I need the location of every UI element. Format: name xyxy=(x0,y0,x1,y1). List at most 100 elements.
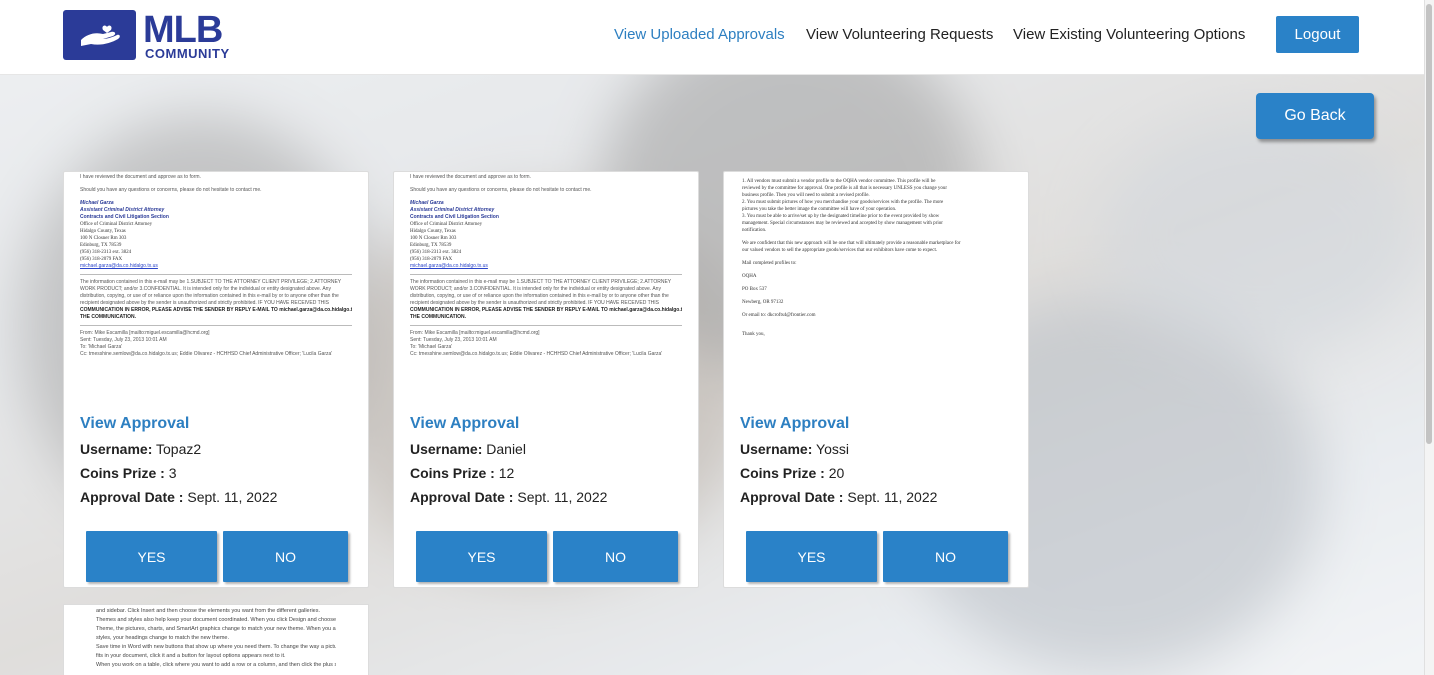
coins-value: 3 xyxy=(168,465,177,481)
doc-line: styles, your headings change to match th… xyxy=(96,635,229,641)
doc-line: 1. All vendors must submit a vendor prof… xyxy=(742,179,936,184)
doc-line: Assistant Criminal District Attorney xyxy=(410,207,495,213)
view-approval-link[interactable]: View Approval xyxy=(740,415,849,433)
coins-label: Coins Prize : xyxy=(410,465,495,481)
doc-line: Hidalgo County, Texas xyxy=(410,229,456,234)
logout-button[interactable]: Logout xyxy=(1276,16,1359,53)
doc-line: notification. xyxy=(742,228,767,233)
nav-view-volunteering-requests[interactable]: View Volunteering Requests xyxy=(806,26,993,43)
doc-line: Michael Garza xyxy=(80,200,114,206)
doc-line: THE COMMUNICATION. xyxy=(410,314,467,320)
view-approval-link[interactable]: View Approval xyxy=(410,415,519,433)
yes-button[interactable]: YES xyxy=(746,531,877,582)
top-navbar: MLB COMMUNITY View Uploaded Approvals Vi… xyxy=(0,0,1424,75)
no-button[interactable]: NO xyxy=(223,531,348,582)
doc-line: reviewed by the committee for approval. … xyxy=(742,186,948,191)
yes-button[interactable]: YES xyxy=(86,531,217,582)
approval-date-value: Sept. 11, 2022 xyxy=(517,489,608,505)
doc-line: Edinburg, TX 78539 xyxy=(80,243,122,248)
username-value: Daniel xyxy=(486,441,526,457)
doc-line: Contracts and Civil Litigation Section xyxy=(80,214,169,220)
doc-line: management. Special circumstances may be… xyxy=(742,221,943,226)
doc-line: 100 N Closner Rm 303 xyxy=(80,236,127,241)
doc-line: Thank you, xyxy=(742,332,765,337)
approval-document-preview[interactable]: I have reviewed the document and approve… xyxy=(64,172,368,404)
doc-line: distribution, copying, or use of or reli… xyxy=(410,293,669,299)
no-button[interactable]: NO xyxy=(883,531,1008,582)
approval-card: 1. All vendors must submit a vendor prof… xyxy=(723,171,1029,588)
doc-line: Edinburg, TX 78539 xyxy=(410,243,452,248)
nav-view-uploaded-approvals[interactable]: View Uploaded Approvals xyxy=(614,26,785,43)
doc-line: Mail completed profiles to: xyxy=(742,261,797,266)
doc-line: (956) 318-2079 FAX xyxy=(80,257,123,262)
username-row: Username: Topaz2 xyxy=(80,441,201,457)
doc-line: 3. You must be able to arrive/set up by … xyxy=(742,214,940,219)
approval-card: I have reviewed the document and approve… xyxy=(393,171,699,588)
approval-date-value: Sept. 11, 2022 xyxy=(847,489,938,505)
approval-document-preview[interactable]: and sidebar. Click Insert and then choos… xyxy=(63,604,369,675)
doc-line: Newberg, OR 97132 xyxy=(742,300,784,305)
doc-line: Should you have any questions or concern… xyxy=(80,187,262,193)
doc-line: Hidalgo County, Texas xyxy=(80,229,126,234)
doc-line: business profile. Then you will need to … xyxy=(742,193,870,198)
username-value: Topaz2 xyxy=(156,441,202,457)
scrollbar-thumb[interactable] xyxy=(1426,4,1432,444)
doc-line: COMMUNICATION IN ERROR, PLEASE ADVISE TH… xyxy=(80,307,352,313)
doc-line: Themes and styles also help keep your do… xyxy=(96,617,336,623)
coins-label: Coins Prize : xyxy=(80,465,165,481)
doc-line: (956) 318-2313 ext. 3824 xyxy=(80,250,132,255)
doc-line: Michael Garza xyxy=(410,200,444,206)
doc-line: Or email to: dkcrofts4@frontier.com xyxy=(742,313,816,318)
approval-date-row: Approval Date : Sept. 11, 2022 xyxy=(410,489,607,505)
doc-line: (956) 318-2079 FAX xyxy=(410,257,453,262)
page-scrollbar[interactable] xyxy=(1424,0,1434,675)
doc-line: PO Box 537 xyxy=(742,287,767,292)
approval-card: I have reviewed the document and approve… xyxy=(63,171,369,588)
doc-line: recipient designated above by the sender… xyxy=(410,300,660,306)
username-label: Username: xyxy=(80,441,153,457)
doc-line: THE COMMUNICATION. xyxy=(80,314,137,320)
doc-line: pictures you take the better image the c… xyxy=(742,207,897,212)
doc-line: Cc: tmesshine.semlow@da.co.hidalgo.tx.us… xyxy=(410,351,663,357)
doc-line: (956) 318-2313 ext. 3824 xyxy=(410,250,462,255)
yes-button[interactable]: YES xyxy=(416,531,547,582)
doc-line: From: Mike Escamilla [mailto:miguel.esca… xyxy=(410,330,540,336)
coins-value: 20 xyxy=(828,465,845,481)
view-approval-link[interactable]: View Approval xyxy=(80,415,189,433)
doc-line: and sidebar. Click Insert and then choos… xyxy=(96,608,320,614)
hand-heart-icon xyxy=(63,10,136,60)
doc-line: From: Mike Escamilla [mailto:miguel.esca… xyxy=(80,330,210,336)
doc-line: Sent: Tuesday, July 23, 2013 10:01 AM xyxy=(80,337,167,343)
doc-line: our valued vendors to sell the appropria… xyxy=(742,248,938,253)
username-label: Username: xyxy=(740,441,813,457)
doc-line: The information contained in this e-mail… xyxy=(80,279,342,285)
approval-date-label: Approval Date : xyxy=(80,489,184,505)
doc-line: WORK PRODUCT; and/or 3.CONFIDENTIAL. It … xyxy=(410,286,661,292)
logo-sub-text: COMMUNITY xyxy=(145,45,230,61)
coins-row: Coins Prize : 12 xyxy=(410,465,514,481)
username-row: Username: Yossi xyxy=(740,441,849,457)
doc-line: Sent: Tuesday, July 23, 2013 10:01 AM xyxy=(410,337,497,343)
coins-value: 12 xyxy=(498,465,515,481)
nav-view-existing-volunteering-options[interactable]: View Existing Volunteering Options xyxy=(1013,26,1245,43)
doc-line: 2. You must submit pictures of how you m… xyxy=(742,200,944,205)
doc-line: fits in your document, click it and a bu… xyxy=(96,653,286,659)
brand-logo[interactable]: MLB COMMUNITY xyxy=(63,10,230,60)
approval-document-preview[interactable]: I have reviewed the document and approve… xyxy=(394,172,698,404)
doc-line: Theme, the pictures, charts, and SmartAr… xyxy=(96,626,336,632)
coins-label: Coins Prize : xyxy=(740,465,825,481)
approval-document-preview[interactable]: 1. All vendors must submit a vendor prof… xyxy=(724,172,1028,404)
no-button[interactable]: NO xyxy=(553,531,678,582)
go-back-button[interactable]: Go Back xyxy=(1256,93,1374,139)
doc-line: 100 N Closner Rm 303 xyxy=(410,236,457,241)
approval-date-value: Sept. 11, 2022 xyxy=(187,489,278,505)
doc-line: COMMUNICATION IN ERROR, PLEASE ADVISE TH… xyxy=(410,307,682,313)
doc-line: We are confident that this new approach … xyxy=(742,241,961,246)
logo-main-text: MLB xyxy=(143,8,223,51)
doc-line: To: 'Michael Garza' xyxy=(80,344,123,350)
approval-date-label: Approval Date : xyxy=(410,489,514,505)
doc-line: When you work on a table, click where yo… xyxy=(96,662,336,668)
approval-date-row: Approval Date : Sept. 11, 2022 xyxy=(740,489,937,505)
doc-line: OQHA xyxy=(742,274,757,279)
doc-line: recipient designated above by the sender… xyxy=(80,300,330,306)
